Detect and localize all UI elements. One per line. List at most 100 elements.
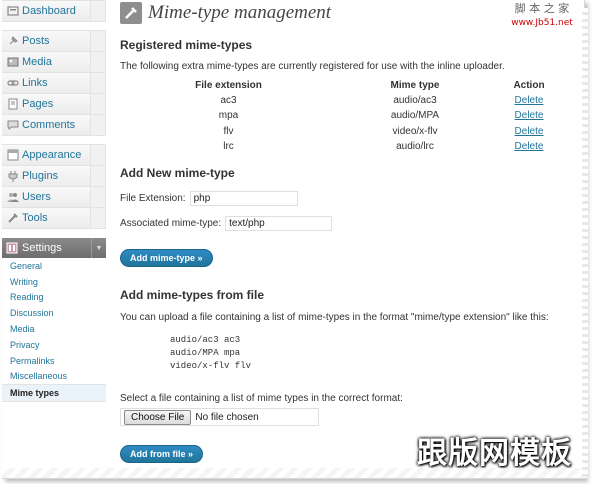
mime-label: Associated mime-type: bbox=[120, 218, 222, 230]
page-icon bbox=[6, 98, 19, 110]
appearance-icon bbox=[6, 149, 19, 161]
submenu-item-mime-types[interactable]: Mime types bbox=[2, 384, 106, 403]
submenu-item-miscellaneous[interactable]: Miscellaneous bbox=[2, 369, 106, 385]
watermark-logo-bottom: 跟版网模板 bbox=[417, 436, 572, 471]
cell-extension: mpa bbox=[218, 110, 239, 122]
menu-item-label: Users bbox=[22, 191, 51, 203]
menu-item-pages[interactable]: Pages bbox=[2, 94, 105, 115]
mime-field-row: Associated mime-type: text/php bbox=[120, 216, 584, 232]
menu-item-comments[interactable]: Comments bbox=[2, 115, 105, 135]
delete-link[interactable]: Delete bbox=[515, 126, 544, 137]
extension-label: File Extension: bbox=[120, 193, 186, 205]
torn-edge-decoration bbox=[582, 8, 588, 478]
menu-item-settings[interactable]: Settings ▼ bbox=[2, 238, 106, 258]
menu-toggle-arrow[interactable] bbox=[90, 166, 105, 186]
watermark-logo-top: 脚 本 之 家 www.Jb51.net bbox=[502, 2, 582, 30]
section-heading-registered: Registered mime-types bbox=[120, 38, 253, 52]
settings-icon bbox=[6, 242, 19, 254]
delete-link[interactable]: Delete bbox=[515, 95, 544, 106]
submenu-item-general[interactable]: General bbox=[2, 258, 106, 274]
menu-toggle-arrow[interactable] bbox=[90, 115, 105, 135]
watermark-top-text: 脚 本 之 家 bbox=[514, 2, 570, 15]
menu-item-appearance[interactable]: Appearance bbox=[2, 145, 105, 166]
cell-mime: audio/MPA bbox=[390, 110, 440, 122]
delete-link[interactable]: Delete bbox=[515, 110, 544, 121]
submenu-item-privacy[interactable]: Privacy bbox=[2, 337, 106, 353]
file-input[interactable]: Choose File No file chosen bbox=[120, 408, 319, 427]
choose-file-button[interactable]: Choose File bbox=[124, 409, 192, 425]
cell-mime: audio/lrc bbox=[396, 141, 434, 153]
menu-item-media[interactable]: Media bbox=[2, 52, 105, 73]
extension-input[interactable]: php bbox=[189, 191, 298, 207]
menu-group-content: Posts Media Links Pages Comments bbox=[2, 30, 106, 136]
menu-toggle-arrow[interactable] bbox=[90, 1, 105, 21]
section-heading-add-new: Add New mime-type bbox=[120, 166, 235, 181]
menu-toggle-arrow[interactable] bbox=[90, 94, 105, 114]
cell-action: Delete bbox=[493, 124, 565, 139]
submenu-item-discussion[interactable]: Discussion bbox=[2, 305, 106, 321]
menu-item-label: Settings bbox=[22, 242, 62, 254]
watermark-top-url: www.Jb51.net bbox=[511, 18, 573, 28]
menu-item-dashboard[interactable]: Dashboard bbox=[2, 1, 105, 21]
cell-action: Delete bbox=[493, 93, 565, 108]
cell-mime: audio/ac3 bbox=[393, 95, 437, 107]
main-content: Mime-type management Registered mime-typ… bbox=[120, 0, 584, 464]
from-file-description: You can upload a file containing a list … bbox=[120, 312, 549, 324]
select-file-label: Select a file containing a list of mime … bbox=[120, 393, 403, 405]
cell-action: Delete bbox=[493, 108, 565, 123]
column-header-action: Action bbox=[513, 80, 545, 91]
menu-item-plugins[interactable]: Plugins bbox=[2, 166, 105, 187]
menu-item-label: Media bbox=[22, 56, 52, 68]
media-icon bbox=[6, 56, 19, 68]
file-status: No file chosen bbox=[195, 411, 259, 423]
table-row: flv video/x-flv Delete bbox=[120, 124, 565, 139]
menu-item-posts[interactable]: Posts bbox=[2, 31, 105, 52]
menu-toggle-arrow[interactable] bbox=[90, 73, 105, 93]
cell-extension: lrc bbox=[223, 141, 234, 153]
page-title: Mime-type management bbox=[148, 2, 332, 23]
submenu-item-permalinks[interactable]: Permalinks bbox=[2, 353, 106, 369]
menu-toggle-arrow[interactable] bbox=[90, 187, 105, 207]
sample-format-block: audio/ac3 ac3 audio/MPA mpa video/x-flv … bbox=[170, 335, 252, 372]
menu-item-label: Links bbox=[22, 77, 48, 89]
delete-link[interactable]: Delete bbox=[515, 141, 544, 152]
plug-icon bbox=[6, 170, 19, 182]
extension-field-row: File Extension: php bbox=[120, 191, 584, 207]
submenu-item-reading[interactable]: Reading bbox=[2, 290, 106, 306]
table-header-row: File extension Mime type Action bbox=[120, 78, 565, 93]
dashboard-icon bbox=[6, 5, 19, 17]
admin-sidebar: Dashboard Posts Media Links Pages Commen… bbox=[2, 0, 106, 478]
menu-toggle-arrow[interactable] bbox=[90, 31, 105, 51]
cell-extension: flv bbox=[223, 125, 234, 137]
menu-group-admin: Appearance Plugins Users Tools bbox=[2, 144, 106, 229]
add-mime-type-button[interactable]: Add mime-type » bbox=[120, 249, 213, 268]
screenshot-frame: Dashboard Posts Media Links Pages Commen… bbox=[2, 0, 585, 479]
menu-item-users[interactable]: Users bbox=[2, 187, 105, 208]
menu-toggle-arrow[interactable] bbox=[90, 145, 105, 165]
tools-icon bbox=[6, 212, 19, 224]
menu-toggle-arrow[interactable] bbox=[90, 208, 105, 228]
menu-item-links[interactable]: Links bbox=[2, 73, 105, 94]
menu-item-label: Plugins bbox=[22, 170, 59, 182]
column-header-mime: Mime type bbox=[390, 80, 440, 91]
mime-input[interactable]: text/php bbox=[225, 216, 333, 232]
menu-toggle-arrow[interactable] bbox=[90, 52, 105, 72]
menu-item-label: Tools bbox=[22, 212, 48, 224]
cell-action: Delete bbox=[493, 139, 565, 154]
menu-item-tools[interactable]: Tools bbox=[2, 208, 105, 228]
mime-types-table: File extension Mime type Action ac3 audi… bbox=[120, 78, 565, 154]
cell-extension: ac3 bbox=[220, 95, 237, 107]
submenu-item-media[interactable]: Media bbox=[2, 321, 106, 337]
table-row: lrc audio/lrc Delete bbox=[120, 139, 565, 154]
menu-group-dashboard: Dashboard bbox=[2, 0, 106, 22]
settings-submenu: General Writing Reading Discussion Media… bbox=[2, 258, 106, 403]
add-from-file-button[interactable]: Add from file » bbox=[120, 445, 204, 464]
link-icon bbox=[6, 77, 19, 89]
registered-description: The following extra mime-types are curre… bbox=[120, 61, 505, 72]
table-row: ac3 audio/ac3 Delete bbox=[120, 93, 565, 108]
add-mime-button-wrap: Add mime-type » bbox=[120, 248, 584, 268]
submenu-item-writing[interactable]: Writing bbox=[2, 274, 106, 290]
column-header-extension: File extension bbox=[195, 80, 262, 91]
chevron-down-icon[interactable]: ▼ bbox=[91, 238, 106, 258]
pin-icon bbox=[6, 35, 19, 47]
